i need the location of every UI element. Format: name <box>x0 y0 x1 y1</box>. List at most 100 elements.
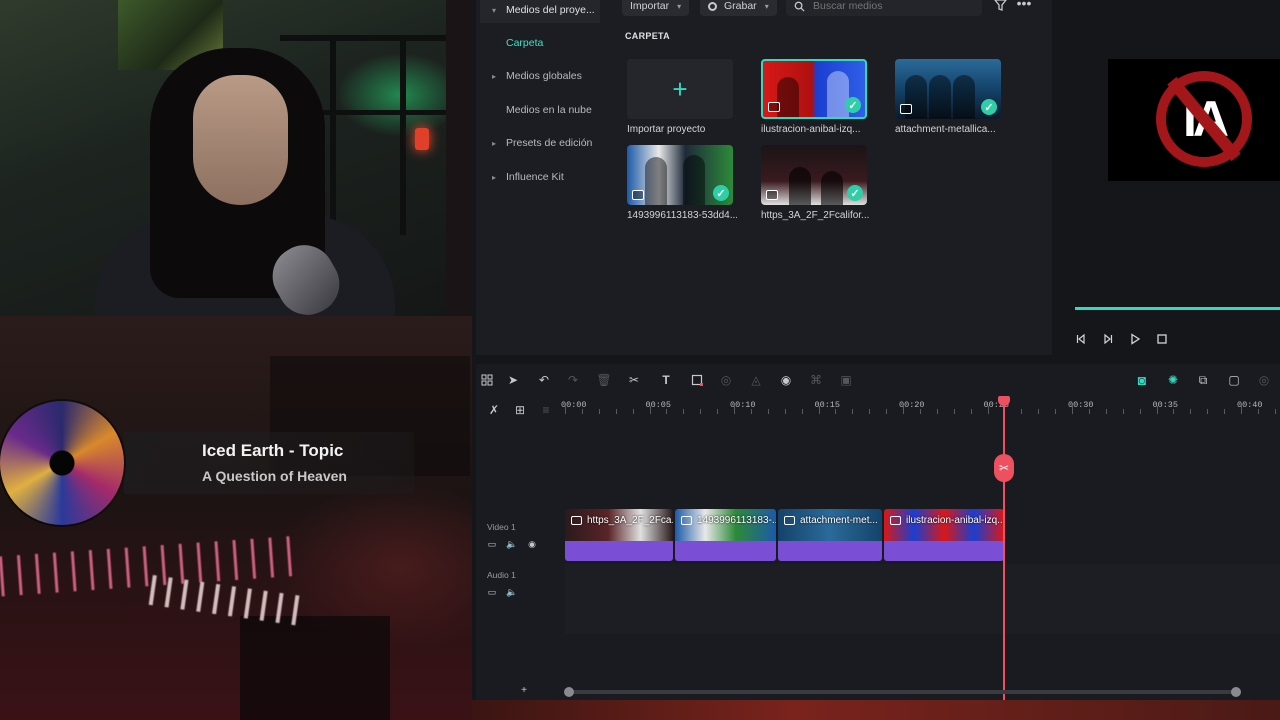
snapshot-icon[interactable]: ▢ <box>1226 372 1242 388</box>
layout-grid-icon[interactable] <box>479 372 495 388</box>
ruler-tick <box>717 409 719 414</box>
timeline-clip[interactable]: https_3A_2F_2Fca... <box>565 509 673 561</box>
scrollbar-start-handle[interactable] <box>564 687 574 697</box>
speaker-icon[interactable]: 🔈 <box>506 538 518 550</box>
sidebar-item-label: Carpeta <box>506 37 544 49</box>
folder-icon[interactable]: ▭ <box>486 538 498 550</box>
media-tile[interactable]: ✓ attachment-metallica... <box>895 59 1003 135</box>
text-tool-icon[interactable]: T <box>658 372 674 388</box>
magnet-snap-icon[interactable]: ✺ <box>1165 372 1181 388</box>
crop-icon[interactable] <box>689 372 705 388</box>
clip-title-text: https_3A_2F_2Fca... <box>587 515 673 526</box>
zoom-icon[interactable]: ◎ <box>1256 372 1272 388</box>
plus-icon: + <box>672 73 688 104</box>
sidebar-item-cloud-media[interactable]: Medios en la nube <box>480 97 600 123</box>
ai-effect-icon[interactable]: ◉ <box>778 372 794 388</box>
import-label: Importar <box>630 0 670 12</box>
add-track-icon[interactable]: ⊞ <box>512 402 528 418</box>
audio-track[interactable] <box>565 564 1280 634</box>
timeline-clip[interactable]: 1493996113183-... <box>675 509 776 561</box>
undo-icon[interactable]: ↶ <box>536 372 552 388</box>
chevron-right-icon: ▸ <box>491 138 496 148</box>
timeline-clip[interactable]: ilustracion-anibal-izq... <box>884 509 1004 561</box>
ruler-tick <box>1139 409 1141 414</box>
media-panel: ▾ Medios del proye... Carpeta ▸ Medios g… <box>476 0 1052 355</box>
ruler-tick <box>1055 409 1057 414</box>
preview-progress-bar[interactable] <box>1075 307 1280 310</box>
stabilize-icon[interactable]: ▣ <box>838 372 854 388</box>
scrollbar-end-handle[interactable] <box>1231 687 1241 697</box>
ruler-tick <box>784 409 786 414</box>
preview-panel: IA <box>1062 0 1280 355</box>
redo-icon[interactable]: ↷ <box>565 372 581 388</box>
image-type-icon <box>632 190 644 200</box>
select-tool-icon[interactable]: ➤ <box>505 372 521 388</box>
marker-icon[interactable]: ⧉ <box>1195 372 1211 388</box>
ruler-tick <box>1173 409 1175 414</box>
import-dropdown[interactable]: Importar ▾ <box>622 0 690 16</box>
keyframe-icon[interactable]: ⌘ <box>808 372 824 388</box>
ruler-tick <box>852 409 854 414</box>
chevron-right-icon: ▸ <box>491 71 496 81</box>
now-playing-song: A Question of Heaven <box>202 468 347 484</box>
ruler-tick <box>1038 409 1040 414</box>
search-input[interactable] <box>811 0 971 13</box>
add-icon[interactable]: + <box>516 682 532 698</box>
timeline-toolbar: ➤ ↶ ↷ 🗑 ✂ T ◎ ◬ ◉ ⌘ ▣ ◙ ✺ ⧉ ▢ ◎ <box>476 364 1280 396</box>
playhead-line[interactable] <box>1003 398 1005 700</box>
stop-icon[interactable] <box>1154 331 1170 347</box>
filter-icon[interactable] <box>992 0 1008 14</box>
time-ruler[interactable]: 00:00 00:05 00:10 00:15 00:20 00:25 00:30 00:35… <box>561 398 1280 418</box>
media-tile[interactable]: ✓ 1493996113183-53dd4... <box>627 145 737 221</box>
eye-icon[interactable]: ◉ <box>526 538 538 550</box>
render-toggle-icon[interactable]: ◙ <box>1134 372 1150 388</box>
media-tile[interactable]: ✓ ilustracion-anibal-izq... <box>761 59 869 135</box>
speaker-icon[interactable]: 🔈 <box>506 586 518 598</box>
clip-strip <box>778 541 882 561</box>
sidebar-item-folder[interactable]: Carpeta <box>480 30 600 56</box>
unlink-icon[interactable]: ✗ <box>486 402 502 418</box>
sidebar-item-global-media[interactable]: ▸ Medios globales <box>480 63 600 89</box>
shelf <box>280 35 446 41</box>
image-type-icon <box>768 102 780 112</box>
more-options-icon[interactable]: ••• <box>1016 0 1032 12</box>
color-icon[interactable]: ◎ <box>718 372 734 388</box>
ruler-tick <box>1274 409 1276 414</box>
sidebar-item-label: Influence Kit <box>506 171 564 183</box>
video-editor: ▾ Medios del proye... Carpeta ▸ Medios g… <box>472 0 1280 700</box>
image-type-icon <box>900 104 912 114</box>
delete-icon[interactable]: 🗑 <box>596 372 612 388</box>
import-project-tile[interactable]: + Importar proyecto <box>627 59 735 135</box>
chevron-down-icon: ▾ <box>677 1 682 11</box>
folder-icon[interactable]: ▭ <box>486 586 498 598</box>
ruler-tick <box>1105 409 1107 414</box>
sidebar-item-edit-presets[interactable]: ▸ Presets de edición <box>480 130 600 156</box>
shelf-post <box>400 35 406 235</box>
scissors-icon[interactable]: ✂ <box>626 372 642 388</box>
tile-name: Importar proyecto <box>627 124 706 135</box>
previous-frame-icon[interactable] <box>1073 331 1089 347</box>
clip-title-text: ilustracion-anibal-izq... <box>906 515 1004 526</box>
sidebar-item-influence-kit[interactable]: ▸ Influence Kit <box>480 164 600 190</box>
media-toolbar: Importar ▾ Grabar ▾ ••• <box>622 0 1052 18</box>
media-search <box>786 0 982 16</box>
sidebar-item-label: Presets de edición <box>506 137 593 149</box>
media-tile[interactable]: ✓ https_3A_2F_2Fcalifor... <box>761 145 869 221</box>
split-scissors-icon[interactable]: ✂ <box>994 454 1014 482</box>
ruler-tick <box>750 409 752 414</box>
sidebar-item-label: Medios en la nube <box>506 104 592 116</box>
ruler-tick <box>598 409 600 414</box>
timeline-scrollbar[interactable] <box>564 687 1241 697</box>
ruler-tick <box>1257 409 1259 414</box>
clip-title: attachment-met... <box>784 515 878 526</box>
mask-icon[interactable]: ◬ <box>748 372 764 388</box>
check-icon: ✓ <box>981 99 997 115</box>
timeline-clip[interactable]: attachment-met... <box>778 509 882 561</box>
ruler-tick <box>987 406 989 414</box>
next-frame-icon[interactable] <box>1100 331 1116 347</box>
record-dropdown[interactable]: Grabar ▾ <box>700 0 777 16</box>
play-icon[interactable] <box>1127 331 1143 347</box>
track-settings-icon[interactable]: ≡ <box>538 402 554 418</box>
sidebar-item-project-media[interactable]: ▾ Medios del proye... <box>480 0 600 23</box>
ruler-tick <box>970 409 972 414</box>
